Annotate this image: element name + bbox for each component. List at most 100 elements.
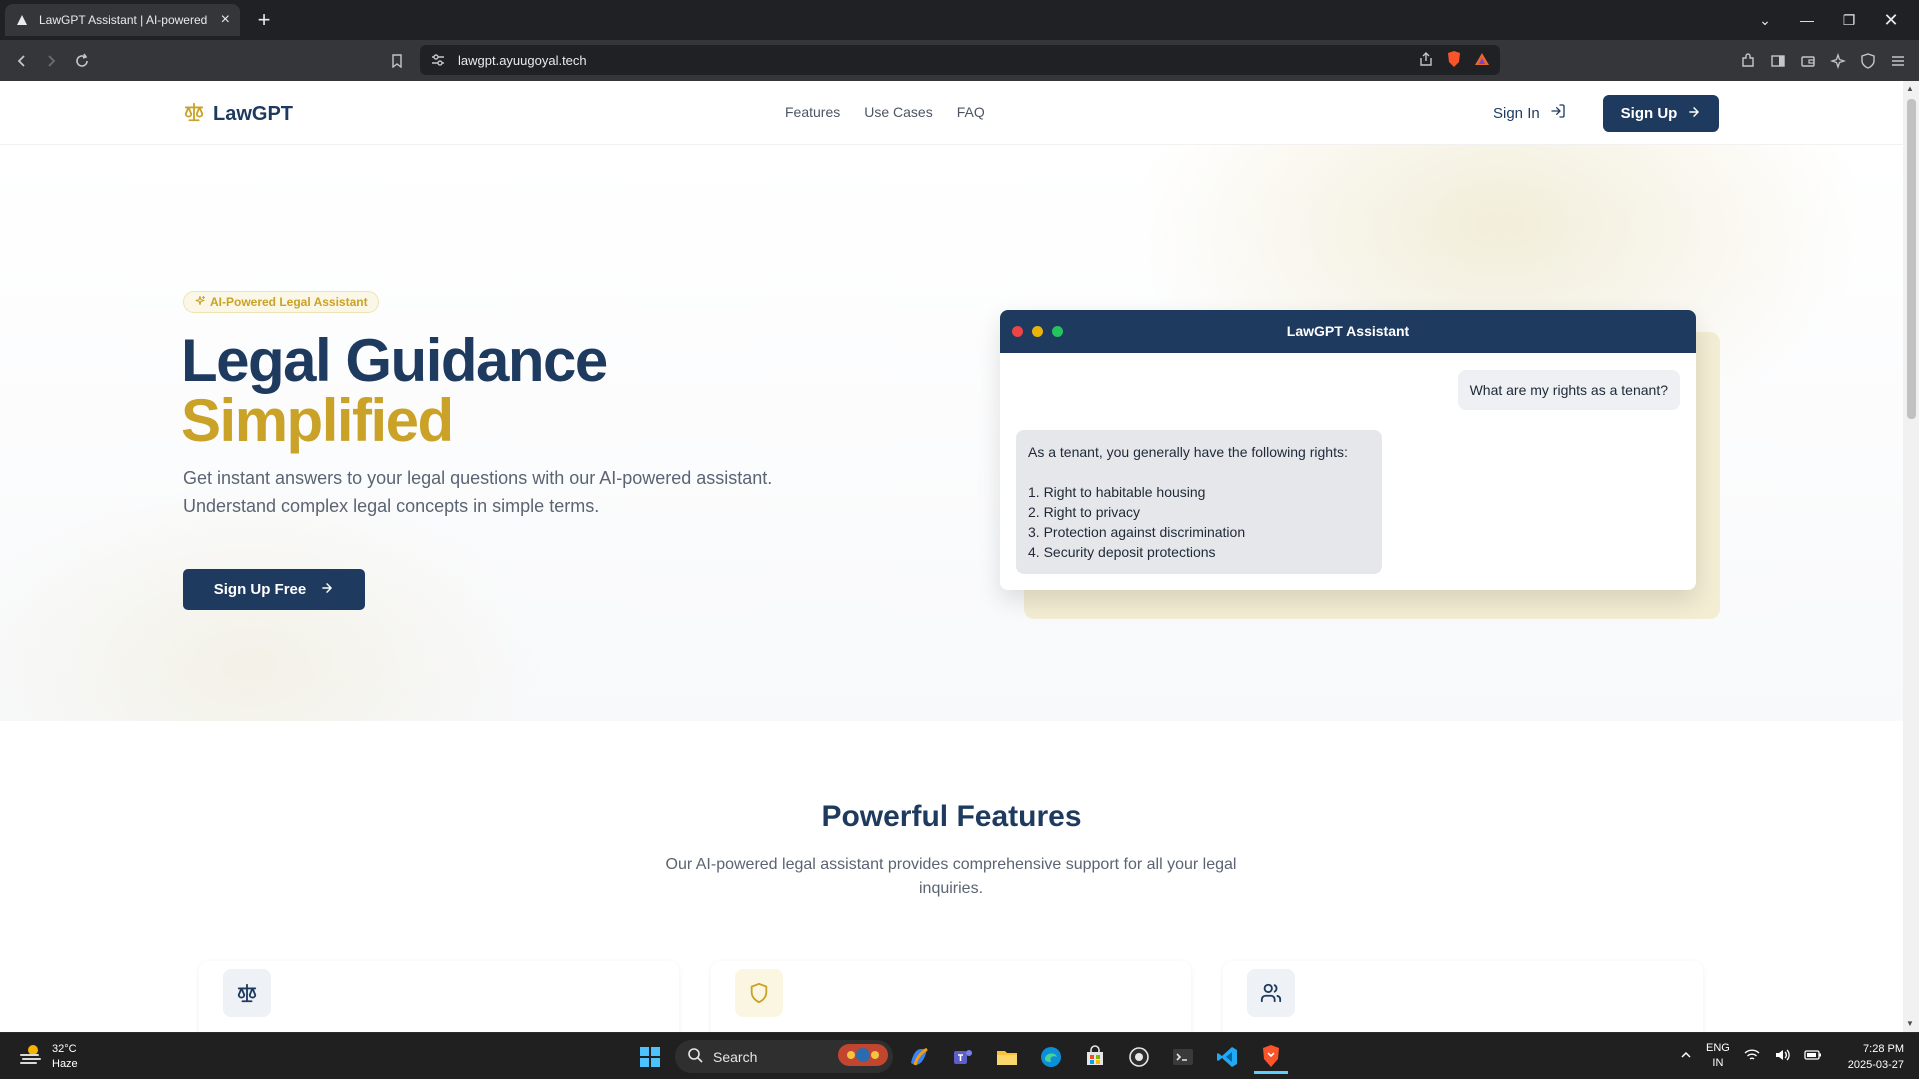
sign-in-button[interactable]: Sign In (1493, 103, 1566, 123)
hero-subtitle: Get instant answers to your legal questi… (183, 468, 773, 516)
weather-temperature: 32°C (52, 1042, 77, 1055)
search-highlight-icon (837, 1042, 889, 1071)
system-tray: ENG IN (1680, 1041, 1822, 1071)
share-icon[interactable] (1418, 51, 1434, 72)
login-icon (1550, 103, 1566, 123)
nav-links: Features Use Cases FAQ (785, 104, 985, 120)
back-arrow-icon[interactable] (9, 48, 35, 74)
brave-rewards-icon[interactable] (1474, 51, 1490, 72)
edge-icon[interactable] (1034, 1040, 1068, 1074)
chat-mock-title: LawGPT Assistant (1286, 323, 1410, 339)
nav-link-use-cases[interactable]: Use Cases (864, 104, 932, 120)
volume-icon[interactable] (1774, 1048, 1790, 1065)
battery-icon[interactable] (1804, 1049, 1822, 1064)
user-message: What are my rights as a tenant? (1457, 370, 1680, 410)
scale-icon (223, 969, 271, 1017)
vpn-shield-icon[interactable] (1855, 48, 1881, 74)
sparkles-icon (194, 295, 206, 310)
close-window-button[interactable]: ✕ (1870, 0, 1912, 40)
features-subtitle: Our AI-powered legal assistant provides … (665, 856, 1237, 897)
nav-link-faq[interactable]: FAQ (957, 104, 985, 120)
extensions-icon[interactable] (1735, 48, 1761, 74)
weather-widget[interactable]: 32°C Haze (18, 1041, 78, 1072)
sign-up-label: Sign Up (1620, 105, 1678, 122)
language-line1: ENG (1706, 1042, 1730, 1054)
tab-favicon-icon (15, 13, 29, 27)
chat-mock-header: LawGPT Assistant (1000, 310, 1696, 353)
file-explorer-icon[interactable] (990, 1040, 1024, 1074)
language-line2: IN (1712, 1057, 1724, 1069)
site-navbar: LawGPT Features Use Cases FAQ Sign In Si… (0, 81, 1903, 145)
wallet-icon[interactable] (1795, 48, 1821, 74)
scroll-up-arrow-icon[interactable]: ▲ (1906, 84, 1914, 93)
new-tab-button[interactable]: + (250, 6, 278, 34)
arrow-right-icon (1687, 105, 1701, 123)
assistant-list-item: 3. Protection against discrimination (1028, 524, 1246, 540)
arrow-right-icon (320, 581, 334, 599)
reload-icon[interactable] (69, 48, 95, 74)
leo-ai-icon[interactable] (1825, 48, 1851, 74)
terminal-icon[interactable] (1166, 1040, 1200, 1074)
scroll-down-arrow-icon[interactable]: ▼ (1906, 1019, 1914, 1028)
wifi-icon[interactable] (1744, 1048, 1760, 1065)
cta-label: Sign Up Free (213, 581, 307, 598)
tab-search-chevron-icon[interactable]: ⌄ (1744, 0, 1786, 40)
url-text: lawgpt.ayuugoyal.tech (458, 52, 587, 68)
assistant-list-item: 2. Right to privacy (1028, 504, 1141, 520)
sign-up-button[interactable]: Sign Up (1603, 95, 1719, 132)
site-logo[interactable]: LawGPT (183, 101, 293, 128)
logo-text: LawGPT (213, 103, 294, 125)
assistant-list-item: 4. Security deposit protections (1028, 544, 1216, 560)
sign-up-free-button[interactable]: Sign Up Free (183, 569, 365, 610)
bookmark-icon[interactable] (384, 48, 410, 74)
sidebar-icon[interactable] (1765, 48, 1791, 74)
ai-badge: AI-Powered Legal Assistant (183, 291, 379, 313)
minimize-button[interactable]: — (1786, 0, 1828, 40)
web-page: LawGPT Features Use Cases FAQ Sign In Si… (0, 81, 1903, 1032)
sign-in-label: Sign In (1493, 104, 1540, 122)
browser-tab-bar: LawGPT Assistant | AI-powered × + ⌄ — ❐ … (0, 0, 1919, 40)
windows-start-icon[interactable] (633, 1040, 667, 1074)
taskbar-search[interactable]: Search (675, 1040, 893, 1073)
clock-time: 7:28 PM (1863, 1043, 1904, 1055)
nav-link-features[interactable]: Features (785, 104, 840, 120)
feature-card (1223, 961, 1703, 1032)
search-icon (687, 1047, 703, 1066)
browser-tab[interactable]: LawGPT Assistant | AI-powered × (5, 4, 240, 36)
users-icon (1247, 969, 1295, 1017)
features-title: Powerful Features (821, 800, 1082, 833)
page-scrollbar[interactable]: ▲ ▼ (1903, 81, 1919, 1032)
feature-card (711, 961, 1191, 1032)
tab-title: LawGPT Assistant | AI-powered (39, 13, 208, 27)
brave-shields-icon[interactable] (1446, 50, 1462, 73)
windows-taskbar: 32°C Haze Search ENG IN 7:28 PM 2025-03-… (0, 1032, 1919, 1079)
taskbar-clock[interactable]: 7:28 PM 2025-03-27 (1834, 1041, 1904, 1073)
obs-icon[interactable] (1122, 1040, 1156, 1074)
chevron-up-icon[interactable] (1680, 1049, 1692, 1064)
scroll-thumb[interactable] (1907, 99, 1916, 419)
chat-mock-window: LawGPT Assistant What are my rights as a… (1000, 310, 1696, 590)
vscode-icon[interactable] (1210, 1040, 1244, 1074)
hero-title-line2: Simplified (181, 387, 454, 454)
restore-button[interactable]: ❐ (1828, 0, 1870, 40)
address-bar[interactable]: lawgpt.ayuugoyal.tech (420, 45, 1500, 75)
scale-logo-icon (183, 101, 205, 128)
brave-browser-icon[interactable] (1254, 1040, 1288, 1074)
feature-card (199, 961, 679, 1032)
copilot-icon[interactable] (902, 1040, 936, 1074)
assistant-list-item: 1. Right to habitable housing (1028, 484, 1206, 500)
clock-date: 2025-03-27 (1847, 1059, 1904, 1071)
assistant-intro: As a tenant, you generally have the foll… (1028, 444, 1348, 460)
hero-title-line1: Legal Guidance (181, 327, 608, 394)
badge-label: AI-Powered Legal Assistant (210, 295, 368, 309)
menu-icon[interactable] (1885, 48, 1911, 74)
language-indicator[interactable]: ENG IN (1706, 1041, 1730, 1071)
search-placeholder: Search (713, 1048, 758, 1065)
assistant-message: As a tenant, you generally have the foll… (1016, 430, 1382, 574)
teams-icon[interactable] (946, 1040, 980, 1074)
tab-close-icon[interactable]: × (221, 11, 230, 29)
weather-haze-icon (18, 1041, 44, 1072)
forward-arrow-icon[interactable] (38, 48, 64, 74)
store-icon[interactable] (1078, 1040, 1112, 1074)
site-settings-icon[interactable] (430, 52, 446, 73)
